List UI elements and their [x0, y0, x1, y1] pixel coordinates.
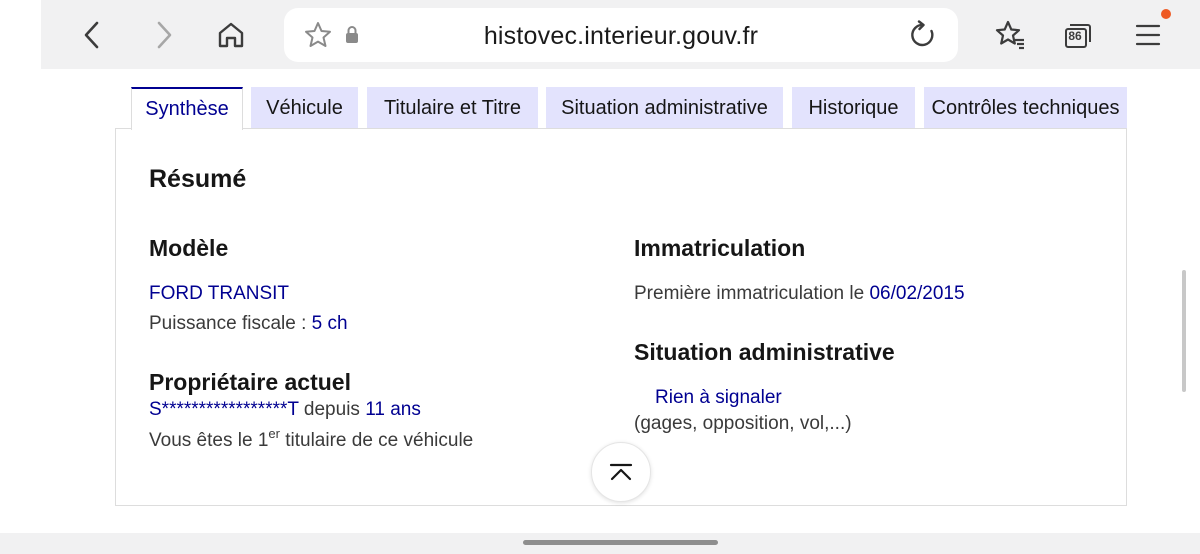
scrollbar[interactable]	[1182, 270, 1186, 392]
back-button[interactable]	[75, 18, 109, 52]
url-text: histovec.interieur.gouv.fr	[483, 22, 759, 50]
registration-line: Première immatriculation le 06/02/2015	[634, 283, 965, 305]
page-edge	[0, 0, 41, 69]
address-bar[interactable]: histovec.interieur.gouv.fr	[284, 8, 958, 62]
chevron-left-icon	[84, 21, 99, 49]
owner-rank-number: 1	[257, 430, 269, 451]
tab-situation-administrative[interactable]: Situation administrative	[546, 87, 783, 129]
home-button[interactable]	[214, 18, 248, 52]
notification-dot	[1161, 9, 1171, 19]
admin-details: (gages, opposition, vol,...)	[634, 413, 852, 434]
admin-status: Rien à signaler	[655, 387, 782, 408]
fiscal-power-value: 5 ch	[311, 313, 348, 334]
owner-rank: Vous êtes le 1er titulaire de ce véhicul…	[149, 426, 473, 452]
home-indicator[interactable]	[523, 540, 718, 545]
tab-count: 86	[1068, 29, 1082, 43]
registration-date: 06/02/2015	[869, 283, 965, 304]
owner-since-value: 11 ans	[365, 399, 421, 420]
tab-titulaire-et-titre[interactable]: Titulaire et Titre	[367, 87, 538, 129]
owner-rank-suffix: titulaire de ce véhicule	[285, 430, 474, 451]
admin-heading: Situation administrative	[634, 339, 895, 365]
owner-heading: Propriétaire actuel	[149, 369, 351, 395]
owner-line: S*****************T depuis 11 ans	[149, 399, 421, 421]
scroll-to-top-button[interactable]	[591, 442, 651, 502]
owner-rank-sup: er	[268, 426, 280, 441]
tab-controles-techniques[interactable]: Contrôles techniques	[924, 87, 1127, 129]
owner-rank-prefix: Vous êtes le	[149, 430, 253, 451]
tab-historique[interactable]: Historique	[792, 87, 915, 129]
model-heading: Modèle	[149, 235, 229, 261]
favorites-star-icon	[995, 20, 1024, 50]
reload-icon[interactable]	[908, 20, 938, 54]
chevron-right-icon	[157, 21, 172, 49]
summary-title: Résumé	[149, 165, 247, 193]
registration-label: Première immatriculation le	[634, 283, 865, 304]
owner-since-label: depuis	[303, 399, 360, 420]
hamburger-menu-icon	[1135, 24, 1161, 46]
tabs-button[interactable]: 86	[1061, 18, 1095, 52]
owner-name: S*****************T	[149, 399, 299, 420]
model-name: FORD TRANSIT	[149, 283, 290, 304]
home-icon	[218, 22, 244, 48]
menu-button[interactable]	[1131, 18, 1165, 52]
tab-vehicule[interactable]: Véhicule	[251, 87, 358, 129]
fiscal-power: Puissance fiscale : 5 ch	[149, 313, 348, 335]
forward-button[interactable]	[147, 18, 181, 52]
tab-synthese[interactable]: Synthèse	[131, 87, 243, 130]
registration-heading: Immatriculation	[634, 235, 806, 261]
fiscal-power-label: Puissance fiscale :	[149, 313, 307, 334]
favorites-button[interactable]	[993, 18, 1027, 52]
chevron-up-to-top-icon	[609, 463, 633, 481]
